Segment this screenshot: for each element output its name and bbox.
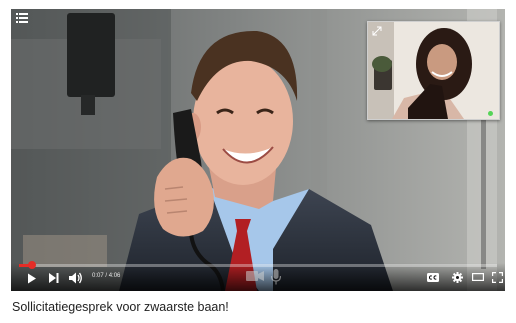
video-player[interactable]: 0:07 / 4:06 <box>11 9 505 291</box>
progress-bar[interactable] <box>19 261 497 269</box>
fullscreen-icon[interactable] <box>491 271 503 283</box>
play-button[interactable] <box>25 271 39 285</box>
time-elapsed: 0:07 <box>92 273 104 279</box>
gear-icon[interactable] <box>451 271 463 283</box>
camera-icon[interactable] <box>245 268 265 284</box>
playlist-icon[interactable] <box>13 11 31 25</box>
webcam-frame <box>368 22 499 119</box>
next-button[interactable] <box>47 271 61 285</box>
player-controls: 0:07 / 4:06 <box>11 261 505 291</box>
time-display: 0:07 / 4:06 <box>92 273 120 279</box>
microphone-icon[interactable] <box>269 267 283 287</box>
volume-icon[interactable] <box>67 270 85 286</box>
online-indicator <box>488 111 493 116</box>
theater-mode-icon[interactable] <box>472 272 484 282</box>
scrubber-handle[interactable] <box>28 261 37 269</box>
expand-icon[interactable] <box>370 24 384 38</box>
time-duration: 4:06 <box>108 273 121 279</box>
picture-in-picture-window[interactable] <box>367 21 500 120</box>
video-title: Sollicitatiegesprek voor zwaarste baan! <box>12 300 229 314</box>
captions-icon[interactable] <box>427 272 439 282</box>
